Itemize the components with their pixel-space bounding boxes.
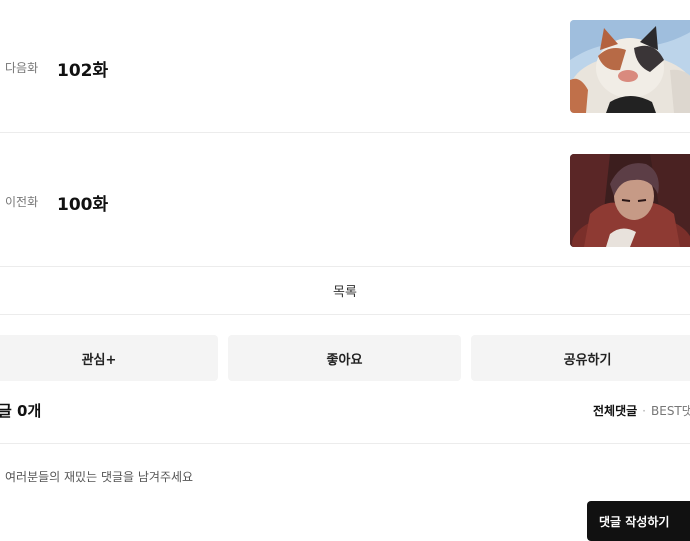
- previous-episode-title: 100화: [57, 195, 109, 215]
- previous-episode-thumbnail[interactable]: [570, 154, 690, 247]
- sort-all-comments-tab[interactable]: 전체댓글: [593, 404, 637, 418]
- comment-count: 글 0개: [0, 402, 42, 420]
- like-button[interactable]: 좋아요: [228, 335, 461, 381]
- previous-episode-row[interactable]: 이전화 100화: [0, 134, 690, 267]
- episode-list-label: 목록: [333, 285, 357, 300]
- sort-best-comments-tab[interactable]: BEST댓: [651, 404, 690, 418]
- next-episode-kind: 다음화: [5, 61, 39, 75]
- like-label: 좋아요: [326, 352, 363, 368]
- write-comment-button[interactable]: 댓글 작성하기: [587, 501, 690, 541]
- share-label: 공유하기: [563, 352, 612, 368]
- next-episode-thumbnail[interactable]: [570, 20, 690, 113]
- share-button[interactable]: 공유하기: [471, 335, 690, 381]
- subscribe-button[interactable]: 관심+: [0, 335, 218, 381]
- previous-episode-kind: 이전화: [5, 195, 39, 209]
- episode-list-button[interactable]: 목록: [0, 267, 690, 315]
- subscribe-label: 관심+: [81, 352, 117, 368]
- comment-input-placeholder[interactable]: 여러분들의 재밌는 댓글을 남겨주세요: [5, 468, 193, 485]
- character-portrait-thumbnail: [570, 154, 690, 247]
- next-episode-title: 102화: [57, 61, 109, 81]
- comments-divider: [0, 443, 690, 444]
- next-episode-row[interactable]: 다음화 102화: [0, 0, 690, 133]
- comment-sort-tabs: 전체댓글 · BEST댓: [593, 402, 690, 419]
- cat-character-thumbnail: [570, 20, 690, 113]
- sort-separator: ·: [642, 404, 646, 418]
